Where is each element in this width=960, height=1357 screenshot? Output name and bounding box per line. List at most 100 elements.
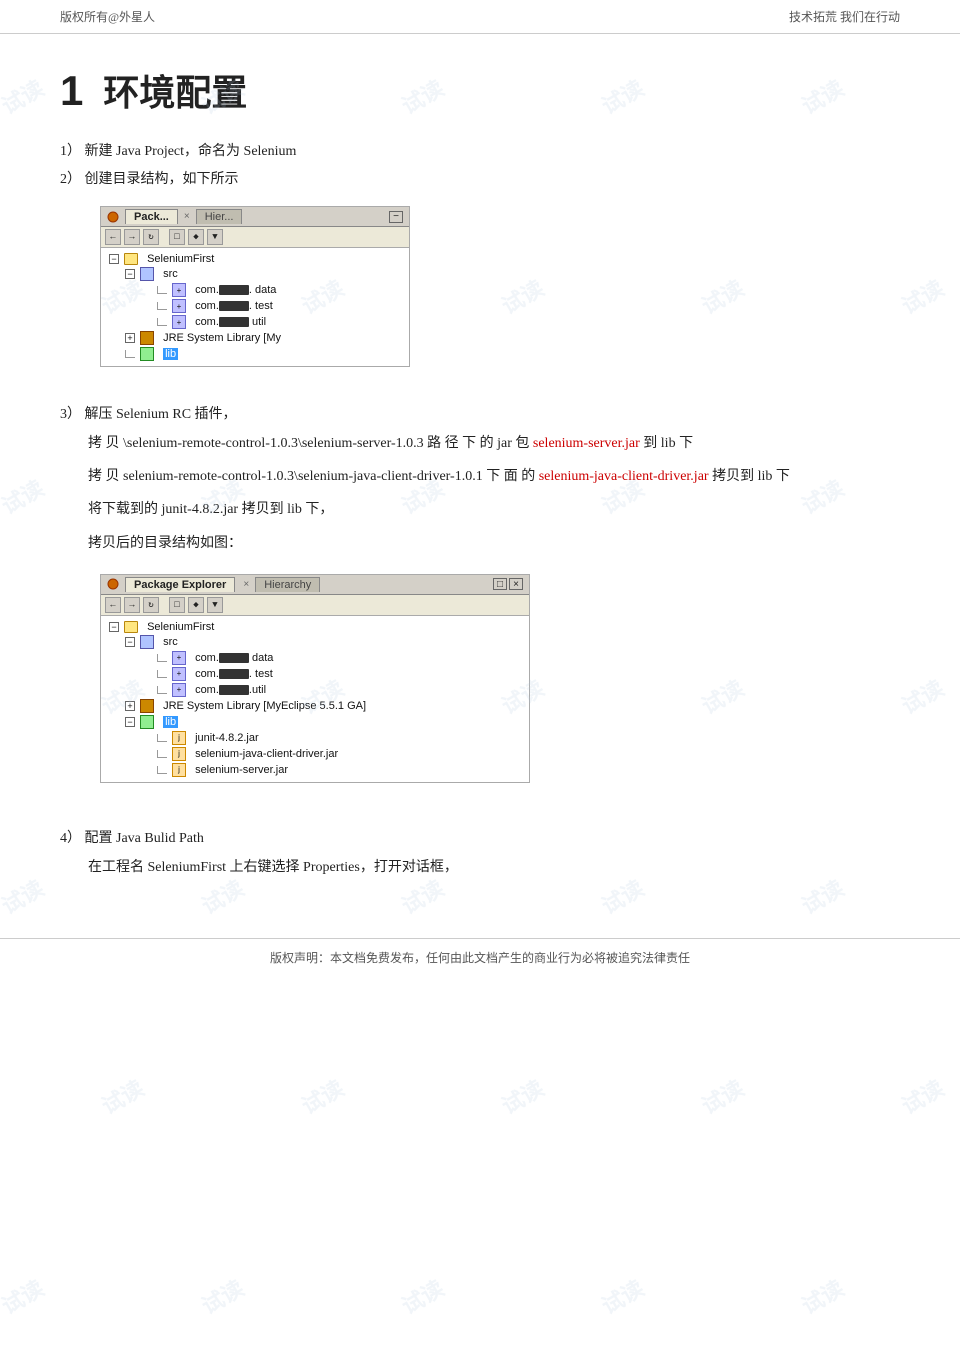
link-btn-2[interactable]: ◆ — [188, 597, 204, 613]
ide-tab2[interactable]: Hier... — [196, 209, 243, 224]
step3-para4: 拷贝后的目录结构如图： — [60, 531, 900, 556]
eclipse-icon — [107, 211, 119, 223]
jre-icon — [140, 331, 154, 345]
tree-root-2: − SeleniumFirst — [109, 620, 521, 634]
chapter-heading: 1 环境配置 — [60, 64, 900, 116]
refresh-btn-2[interactable]: ↻ — [143, 597, 159, 613]
page-footer: 版权声明：本文档免费发布，任何由此文档产生的商业行为必将被追究法律责任 — [0, 938, 960, 976]
step3-para3: 将下载到的 junit-4.8.2.jar 拷贝到 lib 下， — [60, 497, 900, 522]
watermark-35: 试读 — [795, 1271, 849, 1321]
tree-src-1: − src — [125, 266, 401, 282]
watermark-29: 试读 — [695, 1071, 749, 1121]
chapter-title: 环境配置 — [103, 72, 247, 113]
ide2-tab1-active[interactable]: Package Explorer — [125, 577, 235, 592]
expand-root-2[interactable]: − — [109, 622, 119, 632]
tree-pkg-data-1: + com.. data — [157, 282, 401, 298]
ide2-close-btn[interactable]: × — [509, 578, 523, 590]
jre-icon-2 — [140, 699, 154, 713]
step-3: 3） 解压 Selenium RC 插件， — [60, 403, 900, 423]
ide2-tab1-close[interactable]: × — [243, 579, 249, 590]
link-btn[interactable]: ◆ — [188, 229, 204, 245]
ide-toolbar-2: ← → ↻ □ ◆ ▼ — [101, 595, 529, 616]
redacted-bar-4 — [219, 653, 249, 663]
pkg-data-icon: + — [172, 283, 186, 297]
ide-titlebar-1: Pack... × Hier... − — [101, 207, 409, 227]
tree-jre-2: + JRE System Library [MyEclipse 5.5.1 GA… — [125, 698, 521, 714]
menu-btn-2[interactable]: ▼ — [207, 597, 223, 613]
watermark-34: 试读 — [595, 1271, 649, 1321]
watermark-26: 试读 — [95, 1071, 149, 1121]
chapter-number: 1 — [60, 67, 83, 114]
ide-screenshot-2: Package Explorer × Hierarchy □ × ← → ↻ □… — [100, 574, 530, 783]
forward-btn[interactable]: → — [124, 229, 140, 245]
tree-root-1: − SeleniumFirst — [109, 252, 401, 266]
jar-icon-1: j — [172, 731, 186, 745]
step4-para1: 在工程名 SeleniumFirst 上右键选择 Properties，打开对话… — [60, 855, 900, 880]
pkg-data-icon-2: + — [172, 651, 186, 665]
jar-icon-3: j — [172, 763, 186, 777]
src-icon-2 — [140, 635, 154, 649]
ide2-tab2[interactable]: Hierarchy — [255, 577, 320, 592]
header-left: 版权所有@外星人 — [60, 8, 155, 25]
tree-pkg-data-2: + com. data — [157, 650, 521, 666]
expand-src[interactable]: − — [125, 269, 135, 279]
expand-jre[interactable]: + — [125, 333, 135, 343]
watermark-33: 试读 — [395, 1271, 449, 1321]
step-2: 2） 创建目录结构，如下所示 — [60, 168, 900, 188]
ide-tab1-active[interactable]: Pack... — [125, 209, 178, 224]
menu-btn[interactable]: ▼ — [207, 229, 223, 245]
back-btn-2[interactable]: ← — [105, 597, 121, 613]
ide-screenshot-1: Pack... × Hier... − ← → ↻ □ ◆ ▼ − Seleni… — [100, 206, 410, 367]
lib-icon — [140, 347, 154, 361]
link-selenium-driver[interactable]: selenium-java-client-driver.jar — [539, 469, 709, 484]
link-selenium-server[interactable]: selenium-server.jar — [533, 436, 640, 451]
collapse-btn[interactable]: □ — [169, 229, 185, 245]
expand-lib-2[interactable]: − — [125, 717, 135, 727]
folder-icon — [124, 253, 138, 265]
tree-pkg-test-1: + com.. test — [157, 298, 401, 314]
step-1: 1） 新建 Java Project，命名为 Selenium — [60, 140, 900, 160]
tree-lib-1: lib — [125, 346, 401, 362]
watermark-32: 试读 — [195, 1271, 249, 1321]
tree-pkg-test-2: + com.. test — [157, 666, 521, 682]
jar-icon-2: j — [172, 747, 186, 761]
ide-toolbar-1: ← → ↻ □ ◆ ▼ — [101, 227, 409, 248]
tree-lib-2: − lib — [125, 714, 521, 730]
step3-para2: 拷 贝 selenium-remote-control-1.0.3\seleni… — [60, 464, 900, 489]
tree-jar3-2: j selenium-server.jar — [157, 762, 521, 778]
folder-icon-2 — [124, 621, 138, 633]
back-btn[interactable]: ← — [105, 229, 121, 245]
pkg-util-icon-2: + — [172, 683, 186, 697]
expand-src-2[interactable]: − — [125, 637, 135, 647]
pkg-test-icon-2: + — [172, 667, 186, 681]
ide-titlebar-2: Package Explorer × Hierarchy □ × — [101, 575, 529, 595]
watermark-30: 试读 — [895, 1071, 949, 1121]
refresh-btn[interactable]: ↻ — [143, 229, 159, 245]
redacted-bar-1 — [219, 285, 249, 295]
collapse-btn-2[interactable]: □ — [169, 597, 185, 613]
tree-jar2-2: j selenium-java-client-driver.jar — [157, 746, 521, 762]
step-4: 4） 配置 Java Bulid Path — [60, 827, 900, 847]
redacted-bar-3 — [219, 317, 249, 327]
watermark-31: 试读 — [0, 1271, 49, 1321]
redacted-bar-2 — [219, 301, 249, 311]
ide-tree-2: − SeleniumFirst − src + com. data + com.… — [101, 616, 529, 782]
ide-tab1-close[interactable]: × — [184, 211, 190, 222]
tree-src-2: − src — [125, 634, 521, 650]
ide-minimize-btn[interactable]: − — [389, 211, 403, 223]
forward-btn-2[interactable]: → — [124, 597, 140, 613]
eclipse-icon-2 — [107, 578, 119, 590]
ide2-restore-btn[interactable]: □ — [493, 578, 507, 590]
tree-pkg-util-1: + com. util — [157, 314, 401, 330]
src-icon — [140, 267, 154, 281]
watermark-28: 试读 — [495, 1071, 549, 1121]
page-content: 1 环境配置 1） 新建 Java Project，命名为 Selenium 2… — [0, 44, 960, 918]
page-header: 版权所有@外星人 技术拓荒 我们在行动 — [0, 0, 960, 34]
redacted-bar-5 — [219, 669, 249, 679]
expand-root[interactable]: − — [109, 254, 119, 264]
step3-para1: 拷 贝 \selenium-remote-control-1.0.3\selen… — [60, 431, 900, 456]
ide-tree-1: − SeleniumFirst − src + com.. data + com… — [101, 248, 409, 366]
lib-icon-2 — [140, 715, 154, 729]
expand-jre-2[interactable]: + — [125, 701, 135, 711]
redacted-bar-6 — [219, 685, 249, 695]
